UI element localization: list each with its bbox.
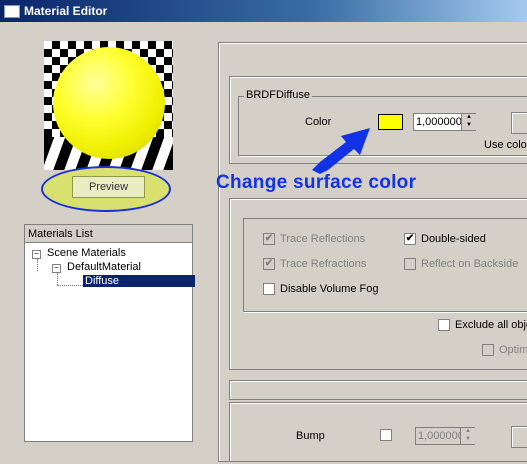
trace-reflections-checkbox[interactable]: ✔ xyxy=(263,233,275,245)
color-swatch[interactable] xyxy=(378,114,403,130)
bump-label: Bump xyxy=(296,430,325,442)
disable-volume-fog-checkbox[interactable] xyxy=(263,283,275,295)
tree-line xyxy=(57,273,58,285)
spin-up-icon[interactable]: ▲ xyxy=(460,428,475,436)
exclude-all-objects-label: Exclude all obje xyxy=(455,319,527,331)
annotation-arrow-icon xyxy=(312,128,370,174)
reflect-on-backside-checkbox[interactable] xyxy=(404,258,416,270)
expander-default-material[interactable]: − xyxy=(52,264,61,273)
color-amount-spinner[interactable]: ▲ ▼ xyxy=(461,114,476,130)
material-preview-image xyxy=(44,41,173,170)
disable-volume-fog-label: Disable Volume Fog xyxy=(280,283,379,295)
tree-line xyxy=(57,285,83,286)
bump-amount-spinner[interactable]: ▲ ▼ xyxy=(460,428,475,444)
tree-item-diffuse[interactable]: Diffuse xyxy=(83,275,195,287)
reflect-on-backside-label: Reflect on Backside xyxy=(421,258,519,270)
separator-panel xyxy=(229,380,527,400)
tree-item-scene-materials[interactable]: Scene Materials xyxy=(47,247,126,259)
optimize-label: Optim xyxy=(499,344,527,356)
double-sided-label: Double-sided xyxy=(421,233,486,245)
use-color-label: Use color xyxy=(484,139,527,151)
tree-item-default-material[interactable]: DefaultMaterial xyxy=(67,261,141,273)
annotation-text: Change surface color xyxy=(216,172,417,193)
color-picker-button[interactable] xyxy=(511,112,527,134)
preview-button[interactable]: Preview xyxy=(72,176,145,198)
window-icon xyxy=(4,5,20,18)
expander-scene-materials[interactable]: − xyxy=(32,250,41,259)
bump-panel xyxy=(229,402,527,462)
preview-sphere xyxy=(53,47,165,159)
bump-map-button[interactable] xyxy=(511,426,527,448)
spin-down-icon[interactable]: ▼ xyxy=(460,436,475,444)
exclude-all-objects-checkbox[interactable] xyxy=(438,319,450,331)
trace-refractions-label: Trace Refractions xyxy=(280,258,367,270)
bump-checkbox[interactable] xyxy=(380,429,392,441)
trace-refractions-checkbox[interactable]: ✔ xyxy=(263,258,275,270)
color-amount-value: 1,000000 xyxy=(416,116,462,128)
bump-amount-value: 1,000000 xyxy=(418,430,464,442)
double-sided-checkbox[interactable]: ✔ xyxy=(404,233,416,245)
materials-list[interactable]: Materials List − Scene Materials − Defau… xyxy=(24,224,195,442)
materials-list-header: Materials List xyxy=(25,225,192,243)
brdf-diffuse-label: BRDFDiffuse xyxy=(244,89,312,101)
spin-up-icon[interactable]: ▲ xyxy=(461,114,476,122)
window-title: Material Editor xyxy=(24,4,108,18)
tree-line xyxy=(37,259,38,271)
optimize-checkbox[interactable] xyxy=(482,344,494,356)
trace-reflections-label: Trace Reflections xyxy=(280,233,366,245)
spin-down-icon[interactable]: ▼ xyxy=(461,122,476,130)
